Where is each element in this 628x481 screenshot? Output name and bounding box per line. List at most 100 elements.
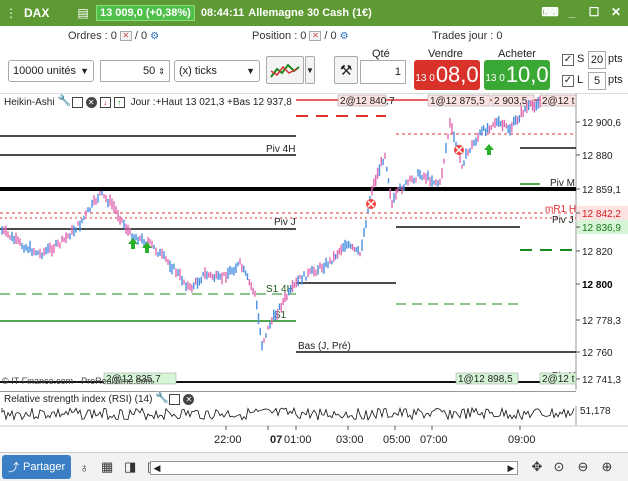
price-change-badge: 13 009,0 (+0,38%) xyxy=(96,5,195,21)
close-panel-icon[interactable]: ✕ xyxy=(183,394,195,405)
menu-icon[interactable]: ⋮ xyxy=(0,0,22,26)
price-label: 12 800 xyxy=(582,280,613,291)
close-panel-icon[interactable]: ✕ xyxy=(85,96,97,108)
zoom-in-icon[interactable]: ⊕ xyxy=(597,457,617,477)
price-chart-canvas[interactable]: Piv 4HPiv MmR1 HPiv J Piv JS1 4HS1Bas (J,… xyxy=(0,94,628,390)
sell-label: Vendre xyxy=(428,48,463,60)
strategy-dropdown-button[interactable]: ▼ xyxy=(305,56,315,84)
stop-checkbox[interactable]: ✓ xyxy=(562,54,574,66)
stepper-icon[interactable]: ⇕ xyxy=(158,67,165,76)
price-label: 12 859,1 xyxy=(582,185,621,196)
price-label: 12 760 xyxy=(582,348,613,359)
rsi-line xyxy=(1,406,575,422)
cursor-icon[interactable]: ◨ xyxy=(120,457,140,477)
chart-scrollbar[interactable]: ◀ ▶ xyxy=(150,461,518,475)
share-button[interactable]: ⤴ Partager xyxy=(2,455,72,479)
units-select[interactable]: 10000 unités ▼ xyxy=(8,60,94,82)
s14h-label: S1 4H xyxy=(266,284,294,295)
close-icon[interactable]: ✕ xyxy=(608,4,624,20)
strategy-chart-button[interactable] xyxy=(266,56,304,84)
scroll-right-icon[interactable]: ▶ xyxy=(505,462,517,474)
buy-arrow-icon xyxy=(484,144,494,155)
chevron-down-icon: ▼ xyxy=(80,66,89,76)
arrow-up-icon[interactable]: ↑ xyxy=(113,96,125,108)
price-label: 12 820 xyxy=(582,247,613,258)
list-icon[interactable]: ▤ xyxy=(72,0,94,26)
maximize-icon[interactable]: ☐ xyxy=(586,4,602,20)
x-tick-label: 03:00 xyxy=(336,434,364,446)
chart-title: Heikin-Ashi xyxy=(4,96,55,108)
sell-price-prefix: 13 0 xyxy=(415,73,435,84)
hammer-icon: ⚒ xyxy=(339,61,353,78)
x-tick-label: 05:00 xyxy=(383,434,411,446)
scroll-left-icon[interactable]: ◀ xyxy=(151,462,163,474)
x-tick-label: 07 xyxy=(270,434,282,446)
chevron-down-icon: ▼ xyxy=(246,66,255,76)
stop-unit: pts xyxy=(608,53,623,65)
zoom-out-icon[interactable]: ⊖ xyxy=(573,457,593,477)
x-tick-label: 09:00 xyxy=(508,434,536,446)
rsi-title: Relative strength index (RSI) (14) xyxy=(4,394,153,405)
share-label: Partager xyxy=(23,461,66,473)
price-label: 12 880 xyxy=(582,151,613,162)
limit-checkbox[interactable]: ✓ xyxy=(562,75,574,87)
mr1h-label: mR1 H xyxy=(545,204,576,215)
minimize-icon[interactable]: _ xyxy=(564,4,580,20)
order-panel: 10000 unités ▼ 50 ⇕ (x) ticks ▼ ▼ ⚒ Qté 1 V… xyxy=(0,46,628,94)
stop-pts-input[interactable]: 20 xyxy=(588,51,606,69)
rsi-value: 51,178 xyxy=(580,406,611,417)
trades-label: Trades jour : 0 xyxy=(432,30,503,42)
pivm-label: Piv M xyxy=(550,178,575,189)
pivj-label-right: Piv J xyxy=(552,215,574,226)
orders-cancel-icon[interactable]: ✕ xyxy=(119,31,132,41)
price-chart[interactable]: Piv 4H Piv MmR1 H Piv J Piv J S1 4H S1 Bas (J,… xyxy=(0,94,628,390)
sell-button[interactable]: 13 0 08,0 xyxy=(414,60,480,90)
chart-info: Jour :+Haut 13 021,3 +Bas 12 937,8 xyxy=(130,96,292,108)
piv4h-label: Piv 4H xyxy=(266,144,295,155)
zoom-pan-icon[interactable]: ✥ xyxy=(527,457,547,477)
keyboard-icon[interactable]: ⌨ xyxy=(541,4,558,20)
position-settings-icon[interactable]: ⚙ xyxy=(340,31,349,42)
wrench-icon[interactable]: 🔧 xyxy=(58,95,72,108)
buy-label: Acheter xyxy=(498,48,536,60)
position-count: / 0 xyxy=(324,30,337,42)
orders-settings-icon[interactable]: ⚙ xyxy=(150,31,159,42)
arrow-down-icon[interactable]: ↓ xyxy=(99,96,111,108)
stop-label: S xyxy=(577,53,585,65)
price-label: 12 741,3 xyxy=(582,375,621,386)
buy-button[interactable]: 13 0 10,0 xyxy=(484,60,550,90)
order-overlay-text: 2@12 t xyxy=(542,374,575,385)
zoom-fit-icon[interactable]: ⊙ xyxy=(549,457,569,477)
wrench-icon[interactable]: 🔧 xyxy=(155,393,169,405)
step-input[interactable]: 50 ⇕ xyxy=(100,60,170,82)
mode-select[interactable]: (x) ticks ▼ xyxy=(174,60,260,82)
strategy-chart-icon xyxy=(270,63,300,78)
price-label: 12 842,2 xyxy=(582,209,621,220)
limit-unit: pts xyxy=(608,74,623,86)
limit-pts-input[interactable]: 5 xyxy=(588,72,606,90)
pivj-label: Piv J xyxy=(274,217,296,228)
buy-price: 10,0 xyxy=(505,62,549,87)
table-icon[interactable]: ▦ xyxy=(97,457,117,477)
bottom-toolbar: ⤴ Partager ♁ ▦ ◨ ◫ ◀ ▶ ✥ ⊙ ⊖ ⊕ xyxy=(0,452,628,481)
position-label: Position : 0 xyxy=(252,30,307,42)
order-tool-button[interactable]: ⚒ xyxy=(334,56,358,84)
maximize-panel-icon[interactable] xyxy=(71,96,83,108)
qty-input[interactable]: 1 xyxy=(360,60,406,84)
limit-label: L xyxy=(577,74,584,86)
clock-time: 08:44:11 xyxy=(200,7,245,19)
maximize-panel-icon[interactable] xyxy=(169,394,181,405)
units-value: 10000 unités xyxy=(13,65,76,77)
orders-count: / 0 xyxy=(134,30,148,42)
qty-value: 1 xyxy=(394,66,401,78)
basj-label: Bas (J, Pré) xyxy=(298,341,351,352)
sell-price: 08,0 xyxy=(435,62,479,87)
rsi-header: Relative strength index (RSI) (14) 🔧 ✕ xyxy=(0,391,576,407)
position-close-icon[interactable]: ✕ xyxy=(309,31,322,41)
order-overlay-text: 1@12 898,5 xyxy=(458,374,513,385)
info-bar: Ordres : 0 ✕ / 0 ⚙ Position : 0 ✕ / 0 ⚙ … xyxy=(0,26,628,46)
price-label: 12 778,3 xyxy=(582,316,621,327)
magnet-icon[interactable]: ♁ xyxy=(74,457,94,477)
rsi-panel[interactable]: 51,178 22:00 07 01:00 03:00 05:00 07:00 09:00 xyxy=(0,406,628,452)
step-value: 50 xyxy=(143,65,156,77)
